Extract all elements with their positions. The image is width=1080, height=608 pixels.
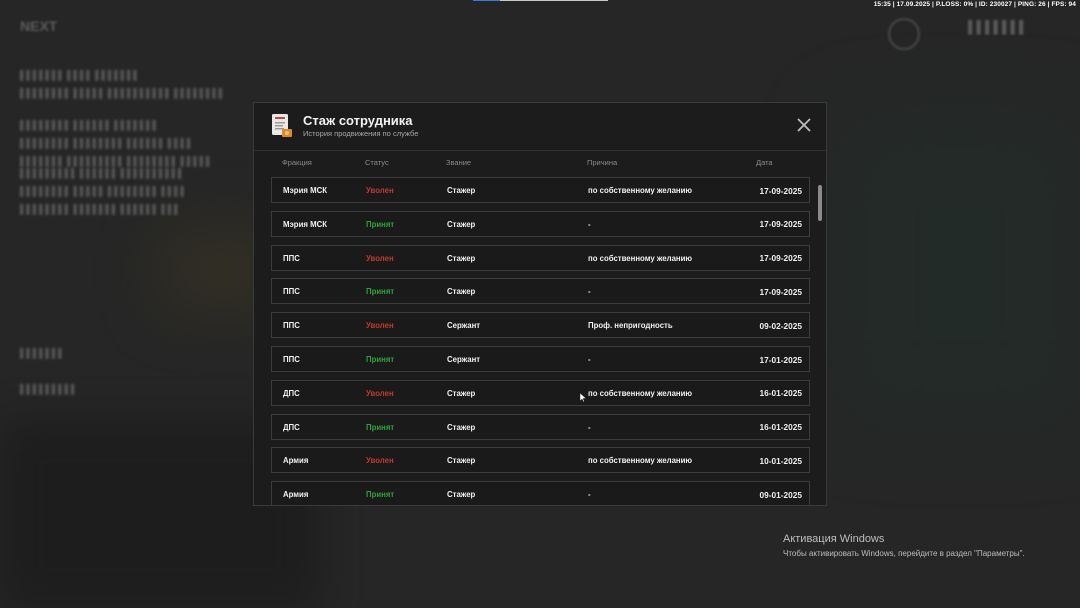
employee-service-modal: Стаж сотрудника История продвижения по с… <box>253 102 827 506</box>
close-icon[interactable] <box>796 117 812 133</box>
row-status: Уволен <box>366 388 394 398</box>
row-rank: Стажер <box>447 219 476 229</box>
row-rank: Стажер <box>447 253 476 263</box>
table-row: ППС Принят Стажер - 17-09-2025 <box>271 278 810 305</box>
row-status: Уволен <box>366 253 394 263</box>
row-reason: - <box>588 219 591 229</box>
row-rank: Стажер <box>447 388 476 398</box>
row-rank: Сержант <box>447 355 481 364</box>
activation-text: Чтобы активировать Windows, перейдите в … <box>783 549 1025 558</box>
table-row: ДПС Уволен Стажер по собственному желанию 16… <box>271 379 810 406</box>
row-date: 09-01-2025 <box>759 489 802 500</box>
top-indicator-line <box>473 0 608 1</box>
row-faction: ДПС <box>283 422 300 432</box>
table-row: Армия Принят Стажер - 09-01-2025 <box>271 481 810 505</box>
row-rank: Стажер <box>447 422 476 432</box>
activation-title: Активация Windows <box>783 533 885 545</box>
row-reason: по собственному желанию <box>588 456 693 466</box>
table-row: ППС Уволен Стажер по собственному желанию 17… <box>271 244 810 271</box>
row-faction: ППС <box>283 321 300 331</box>
table-row: ППС Уволен Сержант Проф. непригодность 09-02… <box>271 312 810 339</box>
service-history-list[interactable]: Мэрия МСК Уволен Стажер по собственному жел… <box>271 177 811 505</box>
row-date: 17-09-2025 <box>759 219 802 230</box>
row-faction: ППС <box>283 253 300 263</box>
row-reason: - <box>588 287 591 297</box>
row-date: 17-01-2025 <box>759 354 802 365</box>
row-faction: Армия <box>283 490 309 500</box>
row-faction: Мэрия МСК <box>283 219 327 229</box>
column-faction: Фракция <box>282 158 312 167</box>
row-reason: по собственному желанию <box>588 186 693 195</box>
row-reason: - <box>588 490 591 500</box>
row-faction: ДПС <box>283 388 300 398</box>
row-rank: Стажер <box>447 490 476 500</box>
modal-subtitle: История продвижения по службе <box>303 129 419 138</box>
table-header: Фракция Статус Звание Причина Дата <box>254 158 826 170</box>
column-reason: Причина <box>587 158 618 167</box>
row-date: 09-02-2025 <box>759 320 802 331</box>
column-status: Статус <box>365 158 389 167</box>
row-status: Уволен <box>366 456 394 466</box>
document-badge-icon <box>272 114 292 137</box>
table-row: Мэрия МСК Уволен Стажер по собственному жел… <box>271 177 810 203</box>
table-row: ДПС Принят Стажер - 16-01-2025 <box>271 413 810 440</box>
row-reason: - <box>588 355 591 364</box>
scrollbar-thumb[interactable] <box>818 185 822 221</box>
row-faction: ППС <box>283 355 300 364</box>
mouse-cursor-icon <box>580 393 586 402</box>
row-reason: Проф. непригодность <box>588 321 673 331</box>
row-date: 17-09-2025 <box>759 286 802 297</box>
row-status: Уволен <box>366 186 394 195</box>
row-status: Уволен <box>366 321 394 331</box>
column-date: Дата <box>756 158 773 167</box>
row-status: Принят <box>366 355 395 364</box>
row-reason: - <box>588 422 591 432</box>
row-status: Принят <box>366 287 395 297</box>
row-reason: по собственному желанию <box>588 253 693 263</box>
row-rank: Сержант <box>447 321 481 331</box>
row-status: Принят <box>366 422 395 432</box>
row-date: 16-01-2025 <box>759 422 802 433</box>
row-rank: Стажер <box>447 186 476 195</box>
row-status: Принят <box>366 490 395 500</box>
row-faction: Армия <box>283 456 309 466</box>
row-date: 10-01-2025 <box>759 455 802 466</box>
modal-header: Стаж сотрудника История продвижения по с… <box>254 103 826 151</box>
table-row: ППС Принят Сержант - 17-01-2025 <box>271 346 810 372</box>
table-row: Мэрия МСК Принят Стажер - 17-09-2025 <box>271 210 810 237</box>
row-date: 16-01-2025 <box>759 388 802 399</box>
row-reason: по собственному желанию <box>588 388 693 398</box>
windows-activation-watermark: Активация Windows Чтобы активировать Win… <box>783 533 1025 558</box>
row-date: 17-09-2025 <box>759 253 802 264</box>
modal-title: Стаж сотрудника <box>303 113 413 128</box>
status-bar: 15:35 | 17.09.2025 | P.LOSS: 0% | ID: 23… <box>873 1 1076 8</box>
table-row: Армия Уволен Стажер по собственному желанию… <box>271 447 810 474</box>
row-rank: Стажер <box>447 456 476 466</box>
row-date: 17-09-2025 <box>759 185 802 196</box>
row-faction: ППС <box>283 287 300 297</box>
row-faction: Мэрия МСК <box>283 186 327 195</box>
row-rank: Стажер <box>447 287 476 297</box>
row-status: Принят <box>366 219 395 229</box>
column-rank: Звание <box>446 158 472 167</box>
